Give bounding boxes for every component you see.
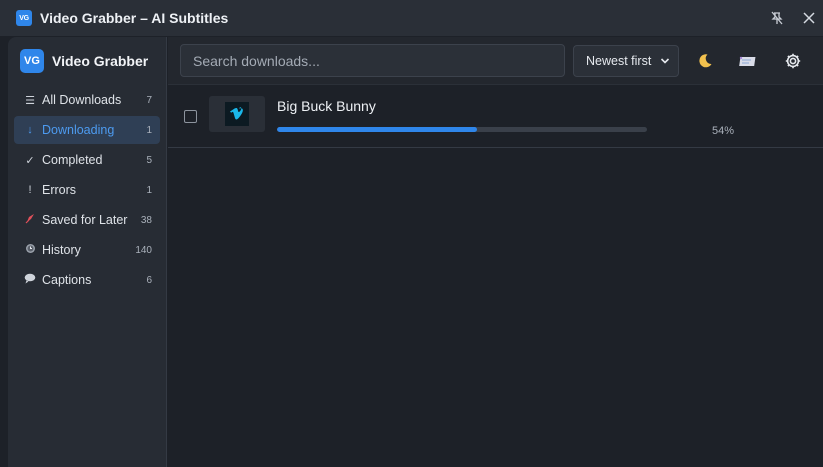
exclamation-icon: ! [28,184,32,196]
pin-off-icon[interactable] [767,8,787,28]
sidebar-item-count: 1 [146,124,152,136]
sidebar-item-label: Saved for Later [42,213,128,227]
list-icon: ☰ [25,94,35,107]
sidebar-item-label: Downloading [42,123,115,137]
download-arrow-icon: ↓ [27,124,33,136]
sidebar-item-count: 5 [146,154,152,166]
sidebar-item-history[interactable]: History 140 [14,236,160,264]
sort-select-value: Newest first [586,54,652,68]
sidebar-item-saved-for-later[interactable]: Saved for Later 38 [14,206,160,234]
toolbar: Newest first [168,37,823,85]
check-icon: ✓ [25,154,35,167]
sidebar-item-all-downloads[interactable]: ☰ All Downloads 7 [14,86,160,114]
search-input[interactable] [180,44,565,77]
sidebar-item-label: Completed [42,153,103,167]
window-title: Video Grabber – AI Subtitles [40,10,229,26]
sidebar-item-count: 1 [146,184,152,196]
moon-icon[interactable] [693,49,717,73]
history-icon [24,243,36,257]
sidebar-item-label: Errors [42,183,77,197]
sidebar-item-captions[interactable]: Captions 6 [14,266,160,294]
video-thumbnail [209,96,265,132]
sidebar-item-count: 6 [146,274,152,286]
app-icon: VG [16,10,32,26]
captions-icon[interactable] [736,49,760,73]
sidebar-item-label: All Downloads [42,93,122,107]
sidebar-nav: ☰ All Downloads 7 ↓ Downloading 1 ✓ Comp… [8,86,166,294]
title-bar: VG Video Grabber – AI Subtitles [0,0,823,36]
sidebar-item-count: 38 [140,214,152,226]
vimeo-logo-icon [225,102,249,126]
gear-icon[interactable] [781,49,805,73]
sidebar-item-label: Captions [42,273,92,287]
sidebar-item-count: 7 [146,94,152,106]
sort-select[interactable]: Newest first [573,45,679,77]
main-panel: Newest first [168,37,823,467]
bookmark-icon [24,213,36,227]
sidebar-item-count: 140 [135,244,152,256]
sidebar: VG Video Grabber ☰ All Downloads 7 ↓ Dow… [8,37,167,467]
sidebar-item-errors[interactable]: ! Errors 1 [14,176,160,204]
sidebar-item-downloading[interactable]: ↓ Downloading 1 [14,116,160,144]
close-icon[interactable] [799,8,819,28]
speech-bubble-icon [24,273,36,287]
sidebar-item-completed[interactable]: ✓ Completed 5 [14,146,160,174]
sidebar-item-label: History [42,243,81,257]
chevron-down-icon [660,55,670,69]
app-name: Video Grabber [52,53,149,69]
app-logo: VG [20,49,44,73]
brand: VG Video Grabber [8,37,166,85]
download-row[interactable] [168,85,823,148]
row-checkbox[interactable] [184,110,197,123]
